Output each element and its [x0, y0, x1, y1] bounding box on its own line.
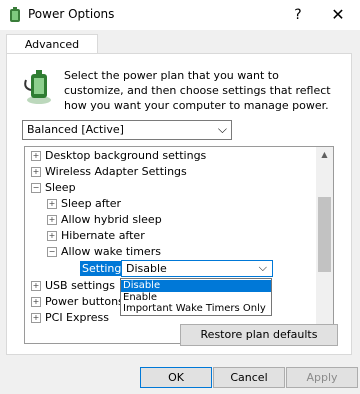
battery-plug-icon — [24, 70, 51, 104]
power-plan-select[interactable]: Balanced [Active] ⌵ — [22, 120, 232, 140]
tree-item-label: Sleep — [45, 181, 76, 194]
collapse-toggle-icon[interactable]: − — [31, 183, 41, 193]
expand-toggle-icon[interactable]: + — [47, 215, 57, 225]
apply-button[interactable]: Apply — [286, 367, 358, 388]
power-plan-value: Balanced [Active] — [27, 123, 124, 136]
tree-item-label: Allow hybrid sleep — [61, 213, 162, 226]
intro-description: Select the power plan that you want to c… — [64, 69, 331, 112]
wake-timers-value: Disable — [126, 262, 167, 275]
expand-toggle-icon[interactable]: + — [31, 313, 41, 323]
tree-scrollbar[interactable]: ▲ — [316, 147, 333, 343]
scroll-up-icon[interactable]: ▲ — [316, 147, 333, 163]
wake-timers-select[interactable]: Disable ⌵ — [121, 260, 273, 277]
power-options-window: Power Options ? ✕ Advanced settings Sele… — [0, 0, 360, 394]
power-options-icon — [10, 7, 20, 22]
tree-item-label: USB settings — [45, 279, 115, 292]
expand-toggle-icon[interactable]: + — [31, 297, 41, 307]
tree-item-label: Allow wake timers — [61, 245, 161, 258]
expand-toggle-icon[interactable]: + — [47, 199, 57, 209]
restore-plan-defaults-button[interactable]: Restore plan defaults — [180, 324, 338, 346]
title-bar: Power Options ? ✕ — [0, 0, 360, 30]
window-title: Power Options — [28, 7, 115, 21]
tab-advanced-settings[interactable]: Advanced settings — [6, 34, 98, 71]
expand-toggle-icon[interactable]: + — [31, 151, 41, 161]
tree-item-label: Hibernate after — [61, 229, 145, 242]
chevron-down-icon: ⌵ — [258, 261, 267, 274]
close-button[interactable]: ✕ — [326, 3, 350, 27]
tree-item-label: Desktop background settings — [45, 149, 207, 162]
help-button[interactable]: ? — [286, 3, 310, 27]
dropdown-option-disable[interactable]: Disable — [121, 280, 271, 292]
wake-timers-dropdown-list[interactable]: Disable Enable Important Wake Timers Onl… — [120, 278, 272, 316]
ok-button[interactable]: OK — [140, 367, 212, 388]
collapse-toggle-icon[interactable]: − — [47, 247, 57, 257]
scrollbar-thumb[interactable] — [318, 197, 331, 272]
expand-toggle-icon[interactable]: + — [31, 281, 41, 291]
tree-item-label: PCI Express — [45, 311, 110, 324]
tree-item-label: Sleep after — [61, 197, 122, 210]
expand-toggle-icon[interactable]: + — [47, 231, 57, 241]
chevron-down-icon: ⌵ — [217, 122, 227, 136]
cancel-button[interactable]: Cancel — [213, 367, 285, 388]
expand-toggle-icon[interactable]: + — [31, 167, 41, 177]
dropdown-option-important-only[interactable]: Important Wake Timers Only — [121, 303, 271, 315]
tree-item-label: Wireless Adapter Settings — [45, 165, 187, 178]
